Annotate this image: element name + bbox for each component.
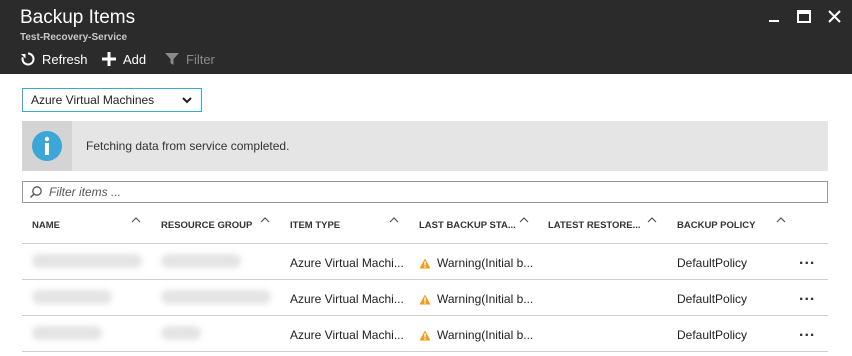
refresh-button[interactable]: Refresh [20, 50, 88, 68]
minimize-button[interactable] [763, 6, 785, 28]
add-label: Add [123, 51, 147, 67]
warning-icon [419, 330, 431, 341]
more-actions-button[interactable]: ... [799, 324, 815, 340]
chevron-up-icon[interactable] [130, 214, 142, 226]
info-banner: Fetching data from service completed. [22, 121, 828, 171]
filter-button[interactable]: Filter [164, 50, 215, 68]
item-type-dropdown[interactable]: Azure Virtual Machines [22, 88, 202, 112]
chevron-down-icon [182, 97, 192, 104]
item-type-cell: Azure Virtual Machi... [290, 328, 404, 342]
last-backup-status-cell: Warning(Initial b... [419, 292, 533, 306]
redacted-resource-group [161, 326, 201, 340]
table-header: NAME RESOURCE GROUP ITEM TYPE LAST BACKU… [22, 208, 828, 244]
filter-label: Filter [186, 51, 215, 67]
plus-icon [102, 52, 116, 66]
chevron-up-icon[interactable] [646, 214, 658, 226]
status-text: Warning(Initial b... [437, 328, 534, 342]
filter-items-input[interactable] [49, 184, 809, 200]
funnel-icon [165, 53, 179, 65]
more-actions-button[interactable]: ... [799, 288, 815, 304]
blade-header: Backup Items Test-Recovery-Service Refre… [0, 0, 852, 74]
info-icon [32, 131, 62, 161]
redacted-resource-group [161, 254, 241, 268]
maximize-icon [797, 10, 811, 23]
column-header-item-type[interactable]: ITEM TYPE [290, 220, 340, 231]
backup-policy-cell: DefaultPolicy [677, 292, 748, 306]
status-text: Warning(Initial b... [437, 256, 534, 270]
minimize-icon [769, 20, 779, 22]
chevron-up-icon[interactable] [775, 214, 787, 226]
item-type-cell: Azure Virtual Machi... [290, 256, 404, 270]
more-actions-button[interactable]: ... [799, 252, 815, 268]
dropdown-selected-value: Azure Virtual Machines [31, 93, 155, 107]
warning-icon [419, 258, 431, 269]
chevron-up-icon[interactable] [388, 214, 400, 226]
close-icon [828, 10, 841, 23]
column-header-last-backup-status[interactable]: LAST BACKUP STA... [419, 220, 516, 231]
table-row[interactable]: Azure Virtual Machi... Warning(Initial b… [22, 244, 828, 280]
info-icon-container [22, 121, 72, 171]
item-type-cell: Azure Virtual Machi... [290, 292, 404, 306]
column-header-latest-restore[interactable]: LATEST RESTORE... [548, 220, 641, 231]
maximize-button[interactable] [793, 6, 815, 28]
close-button[interactable] [824, 6, 846, 28]
search-icon [29, 186, 42, 199]
redacted-resource-group [161, 290, 271, 304]
page-subtitle: Test-Recovery-Service [20, 32, 128, 43]
table-row[interactable]: Azure Virtual Machi... Warning(Initial b… [22, 280, 828, 316]
chevron-up-icon[interactable] [518, 214, 530, 226]
refresh-icon [21, 52, 35, 66]
backup-policy-cell: DefaultPolicy [677, 256, 748, 270]
warning-icon [419, 294, 431, 305]
refresh-label: Refresh [42, 51, 88, 67]
column-header-backup-policy[interactable]: BACKUP POLICY [677, 220, 755, 231]
chevron-up-icon[interactable] [259, 214, 271, 226]
filter-items-box[interactable] [22, 181, 828, 203]
column-header-name[interactable]: NAME [32, 220, 60, 231]
page-title: Backup Items [20, 7, 136, 28]
redacted-name [32, 254, 142, 268]
redacted-name [32, 290, 112, 304]
redacted-name [32, 326, 102, 340]
backup-policy-cell: DefaultPolicy [677, 328, 748, 342]
table-row[interactable]: Azure Virtual Machi... Warning(Initial b… [22, 316, 828, 352]
last-backup-status-cell: Warning(Initial b... [419, 256, 533, 270]
column-header-resource-group[interactable]: RESOURCE GROUP [161, 220, 252, 231]
info-message: Fetching data from service completed. [86, 139, 290, 153]
add-button[interactable]: Add [101, 50, 146, 68]
last-backup-status-cell: Warning(Initial b... [419, 328, 533, 342]
backup-items-table: NAME RESOURCE GROUP ITEM TYPE LAST BACKU… [22, 208, 828, 352]
status-text: Warning(Initial b... [437, 292, 534, 306]
